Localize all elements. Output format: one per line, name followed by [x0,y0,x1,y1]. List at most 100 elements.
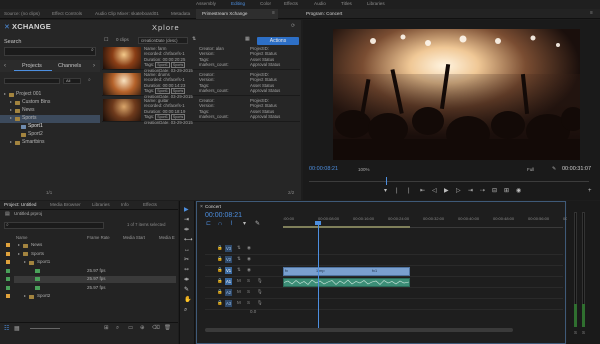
audio-clip[interactable] [283,278,410,287]
master-volume[interactable]: 0.0 [250,309,256,315]
workspace-color[interactable]: Color [260,1,271,7]
automate-icon[interactable]: ⊞ [104,325,109,332]
export-frame-button[interactable]: ◉ [516,188,521,194]
mic-icon[interactable]: 🎙 [257,300,263,306]
toggle-sync-lock-icon[interactable]: ⇅ [237,245,241,251]
mic-icon[interactable]: 🎙 [257,289,263,295]
play-button[interactable]: ▶ [444,188,449,194]
step-forward-button[interactable]: ▷ [456,188,461,194]
view-toggle-icon[interactable]: ▦ [245,37,250,42]
tab-audio-clip-mixer[interactable]: Audio Clip Mixer: skateboard01 [95,11,159,17]
tab-libraries[interactable]: Libraries [92,202,110,208]
toggle-sync-lock-icon[interactable]: ⇅ [237,267,241,273]
go-to-out-button[interactable]: ⇥ [468,188,473,194]
zoom-tool-icon[interactable]: ⌕ [184,307,187,313]
workspace-libraries[interactable]: Libraries [367,1,385,7]
tab-info[interactable]: Info [121,202,129,208]
workspace-assembly[interactable]: Assembly [196,1,216,7]
bin-expand-icon[interactable]: ▸ [24,260,26,264]
meter-solo-right[interactable]: S [582,330,585,336]
settings-wrench-icon[interactable]: ✎ [552,167,556,172]
track-select-tool-icon[interactable]: ⇥ [184,217,189,223]
clear-icon[interactable]: ⌫ [152,325,160,332]
track-target-v2[interactable]: V2 [225,256,232,263]
tree-item-label[interactable]: Project 001 [16,92,41,97]
mute-icon[interactable]: M [237,300,241,306]
bin-expand-icon[interactable]: ▸ [18,243,20,247]
tree-expand-icon[interactable]: ▸ [4,92,6,96]
col-media-end[interactable]: Media E [159,235,175,240]
mic-icon[interactable]: 🎙 [257,278,263,284]
tree-item-label[interactable]: Sports [22,116,36,121]
asset-tag[interactable]: Sport1 [155,113,170,120]
selection-tool-icon[interactable]: ▶ [184,207,189,213]
col-frame-rate[interactable]: Frame Rate [87,235,110,240]
nav-tab-channels[interactable]: Channels [58,63,81,70]
tree-item-label[interactable]: Sport1 [28,124,43,129]
lift-button[interactable]: ⊞ [504,188,509,194]
tree-expand-icon[interactable]: ▸ [10,100,12,104]
tab-metadata[interactable]: Metadata [171,11,190,17]
tree-expand-icon[interactable]: ▸ [10,116,12,120]
bin-expand-icon[interactable]: ▸ [24,294,26,298]
track-target-v1[interactable]: V1 [225,267,232,274]
track-target-a2[interactable]: A2 [225,289,232,296]
col-media-start[interactable]: Media Start [123,235,145,240]
tree-item-label[interactable]: Smartbins [22,140,45,145]
new-item-icon[interactable]: ⊕ [140,325,145,332]
project-search-input[interactable] [4,222,104,229]
workspace-audio[interactable]: Audio [314,1,326,7]
refresh-icon[interactable]: ⟳ [291,24,295,29]
rolling-edit-tool-icon[interactable]: ⟷ [184,237,193,243]
track-target-a3[interactable]: A3 [225,300,232,307]
panel-menu-icon[interactable]: ≡ [272,11,275,16]
video-clip[interactable]: fx 1 mp fx1 [283,267,410,276]
pen-tool-icon[interactable]: ✎ [184,287,189,293]
sequence-timecode[interactable]: 00:00:08:21 [205,212,242,219]
eye-icon[interactable]: ◉ [247,267,251,273]
asset-thumbnail[interactable] [103,73,141,95]
close-sequence-icon[interactable]: × [200,205,203,210]
add-button-icon[interactable]: + [588,188,592,194]
program-timecode[interactable]: 00:00:08:21 [309,166,338,173]
tree-expand-icon[interactable]: ▸ [10,108,12,112]
tree-filter-dropdown[interactable]: All [63,78,81,84]
tab-project[interactable]: Project: Untitled [4,202,36,208]
timeline-playhead-handle[interactable] [315,221,321,225]
tab-media-browser[interactable]: Media Browser [50,202,81,208]
asset-tag[interactable]: Sports [170,113,186,120]
program-menu-icon[interactable]: ≡ [590,11,593,16]
solo-icon[interactable]: S [247,300,250,306]
workspace-effects[interactable]: Effects [284,1,298,7]
slide-tool-icon[interactable]: ⇼ [184,277,189,283]
tab-program-monitor[interactable]: Program: Concert [306,11,342,17]
track-lock-icon[interactable]: 🔒 [217,267,223,273]
tab-effects[interactable]: Effects [143,202,157,208]
razor-tool-icon[interactable]: ✂ [184,257,189,263]
track-lock-icon[interactable]: 🔒 [217,256,223,262]
timeline-settings-icon[interactable]: ✎ [255,221,260,227]
snap-icon[interactable]: ⊏ [206,221,211,227]
sort-dropdown[interactable]: creationDate (desc) [138,37,188,44]
project-item-name[interactable]: Sport1 [37,259,50,265]
asset-thumbnail[interactable] [103,99,141,121]
workspace-editing[interactable]: Editing [231,1,245,7]
zoom-slider[interactable] [30,328,60,329]
mute-icon[interactable]: M [237,289,241,295]
solo-icon[interactable]: S [247,278,250,284]
add-marker-icon[interactable]: ⌇ [230,221,233,227]
nav-tab-projects[interactable]: Projects [22,63,42,70]
asset-tag[interactable]: Sport1 [155,61,170,68]
overwrite-button[interactable]: ⊟ [492,188,497,194]
go-to-in-button[interactable]: ⇤ [420,188,425,194]
marker-icon[interactable]: ▾ [243,221,246,227]
workspace-titles[interactable]: Titles [341,1,352,7]
linked-selection-icon[interactable]: ∩ [218,221,222,227]
program-zoom-dropdown[interactable]: 100% [358,167,370,173]
timeline-playhead-line[interactable] [318,221,319,331]
track-lock-icon[interactable]: 🔒 [217,245,223,251]
meter-solo-left[interactable]: S [574,330,577,336]
project-item-name[interactable]: News [31,242,42,248]
asset-tag[interactable]: Sports [170,61,186,68]
hand-tool-icon[interactable]: ✋ [184,297,191,303]
